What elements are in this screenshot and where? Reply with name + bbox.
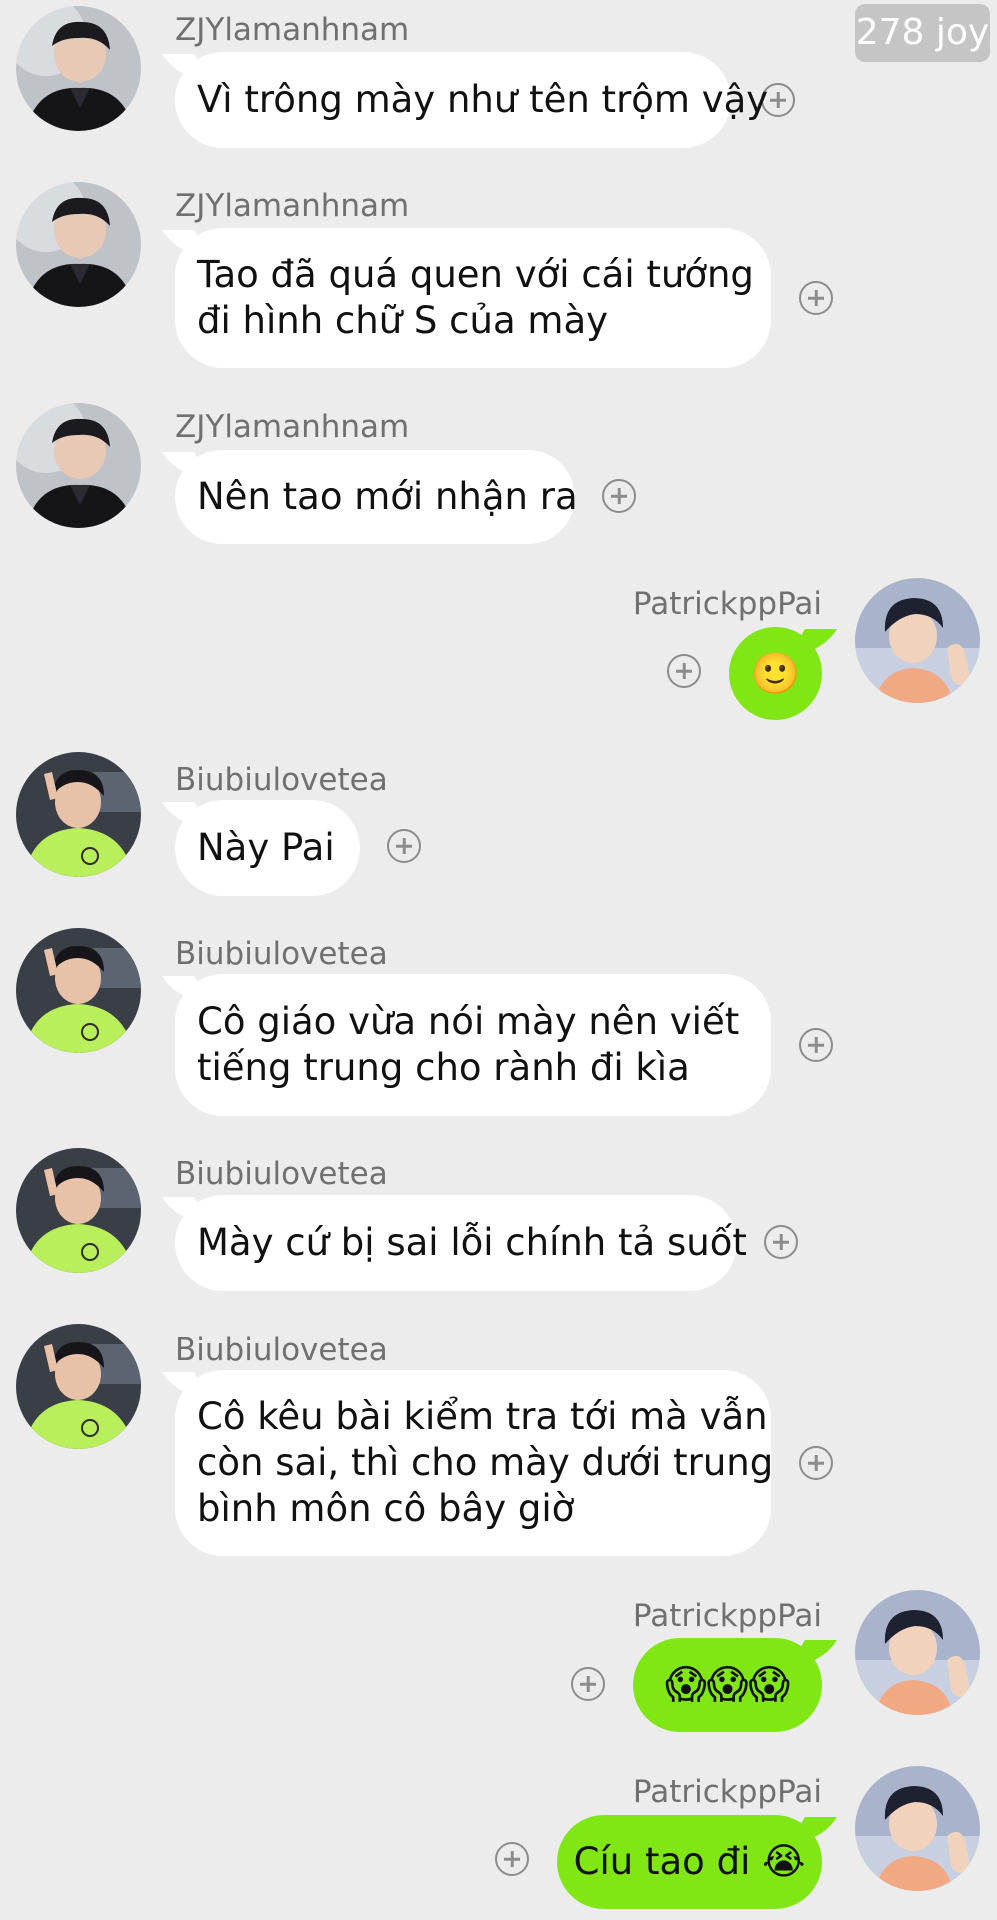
- sender-name: ZJYlamanhnam: [175, 12, 410, 48]
- sender-name: Biubiulovetea: [175, 936, 388, 972]
- message-text: 🙂: [750, 650, 801, 697]
- message-bubble[interactable]: Vì trông mày như tên trộm vậy: [175, 52, 768, 148]
- add-reaction-button[interactable]: [495, 1842, 529, 1876]
- sender-name: Biubiulovetea: [175, 1332, 388, 1368]
- patrick-avatar-icon: [855, 1590, 980, 1715]
- message-bubble[interactable]: 🙂: [729, 627, 822, 720]
- avatar[interactable]: [16, 928, 141, 1053]
- message-text: Này Pai: [197, 826, 335, 869]
- message-text: 😱😱😱: [664, 1662, 791, 1708]
- message-text-line: Cô kêu bài kiểm tra tới mà vẫn: [197, 1395, 768, 1438]
- message-bubble[interactable]: Mày cứ bị sai lỗi chính tả suốt: [175, 1195, 747, 1291]
- message-text: Mày cứ bị sai lỗi chính tả suốt: [197, 1221, 747, 1264]
- message-bubble[interactable]: Cô kêu bài kiểm tra tới mà vẫn còn sai, …: [175, 1370, 774, 1556]
- message-text: Vì trông mày như tên trộm vậy: [197, 78, 769, 121]
- add-reaction-button[interactable]: [799, 1028, 833, 1062]
- zjy-avatar-icon: [16, 6, 141, 131]
- add-reaction-button[interactable]: [764, 1225, 798, 1259]
- add-reaction-button[interactable]: [571, 1667, 605, 1701]
- message-text-line: bình môn cô bây giờ: [197, 1487, 575, 1530]
- biubiu-avatar-icon: [16, 752, 141, 877]
- sender-name: ZJYlamanhnam: [175, 409, 410, 445]
- message-bubble[interactable]: Cô giáo vừa nói mày nên viết tiếng trung…: [175, 974, 771, 1116]
- message-text: Cíu tao đi 😭: [573, 1840, 806, 1883]
- sender-name: PatrickppPai: [632, 586, 822, 622]
- add-reaction-button[interactable]: [602, 479, 636, 513]
- avatar[interactable]: [16, 1148, 141, 1273]
- sender-name: ZJYlamanhnam: [175, 188, 410, 224]
- message-bubble[interactable]: Tao đã quá quen với cái tướng đi hình ch…: [175, 228, 771, 368]
- avatar[interactable]: [16, 752, 141, 877]
- avatar[interactable]: [855, 1766, 980, 1891]
- joy-count-badge: 278 joy: [855, 4, 990, 62]
- message-text: Nên tao mới nhận ra: [197, 475, 578, 518]
- sender-name: PatrickppPai: [632, 1774, 822, 1810]
- message-text-line: tiếng trung cho rành đi kìa: [197, 1046, 690, 1089]
- message-bubble[interactable]: Nên tao mới nhận ra: [175, 450, 578, 544]
- avatar[interactable]: [855, 1590, 980, 1715]
- message-text-line: Tao đã quá quen với cái tướng: [197, 253, 754, 296]
- sender-name: Biubiulovetea: [175, 1156, 388, 1192]
- add-reaction-button[interactable]: [799, 1446, 833, 1480]
- add-reaction-button[interactable]: [799, 281, 833, 315]
- avatar[interactable]: [855, 578, 980, 703]
- chat-screen: 278 joy ZJYlamanhnam Vì trông mày như tê…: [0, 0, 997, 1920]
- patrick-avatar-icon: [855, 578, 980, 703]
- message-bubble[interactable]: Này Pai: [175, 800, 360, 896]
- biubiu-avatar-icon: [16, 1148, 141, 1273]
- message-bubble[interactable]: 😱😱😱: [633, 1638, 822, 1732]
- sender-name: Biubiulovetea: [175, 762, 388, 798]
- add-reaction-button[interactable]: [667, 654, 701, 688]
- message-text-line: đi hình chữ S của mày: [197, 299, 609, 342]
- add-reaction-button[interactable]: [387, 829, 421, 863]
- avatar[interactable]: [16, 182, 141, 307]
- avatar[interactable]: [16, 6, 141, 131]
- avatar[interactable]: [16, 403, 141, 528]
- message-bubble[interactable]: Cíu tao đi 😭: [557, 1815, 822, 1909]
- patrick-avatar-icon: [855, 1766, 980, 1891]
- biubiu-avatar-icon: [16, 1324, 141, 1449]
- zjy-avatar-icon: [16, 403, 141, 528]
- message-text-line: Cô giáo vừa nói mày nên viết: [197, 1000, 740, 1043]
- message-text-line: còn sai, thì cho mày dưới trung: [197, 1441, 774, 1484]
- avatar[interactable]: [16, 1324, 141, 1449]
- zjy-avatar-icon: [16, 182, 141, 307]
- sender-name: PatrickppPai: [632, 1598, 822, 1634]
- biubiu-avatar-icon: [16, 928, 141, 1053]
